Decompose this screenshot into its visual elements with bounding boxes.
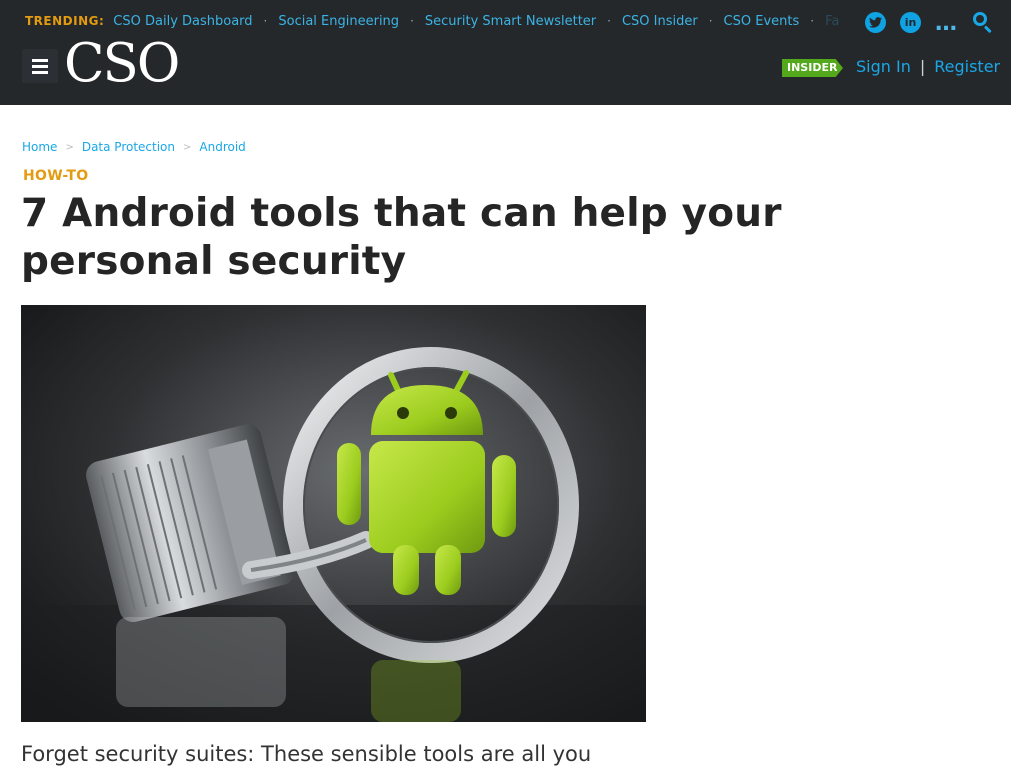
search-icon[interactable] xyxy=(972,11,994,34)
trending-link-cso-insider[interactable]: CSO Insider xyxy=(622,14,698,29)
search-icon-ring xyxy=(973,12,987,26)
sign-in-link[interactable]: Sign In xyxy=(856,57,911,76)
site-header: TRENDING: CSO Daily Dashboard · Social E… xyxy=(0,0,1011,105)
menu-icon-bar xyxy=(32,64,48,68)
breadcrumb: Home > Data Protection > Android xyxy=(22,140,246,154)
trending-separator: · xyxy=(607,14,611,28)
more-icon[interactable]: … xyxy=(935,13,958,35)
social-links: in … xyxy=(865,11,994,35)
trending-link-dashboard[interactable]: CSO Daily Dashboard xyxy=(113,14,252,29)
twitter-icon[interactable] xyxy=(865,11,886,33)
trending-link-truncated[interactable]: Fa xyxy=(825,14,839,29)
auth-links: Sign In | Register xyxy=(856,57,1000,76)
trending-link-social-engineering[interactable]: Social Engineering xyxy=(278,14,399,29)
insider-badge[interactable]: INSIDER xyxy=(782,59,843,77)
linkedin-icon[interactable]: in xyxy=(900,11,921,33)
site-logo[interactable]: CSO xyxy=(64,34,180,94)
trending-link-newsletter[interactable]: Security Smart Newsletter xyxy=(425,14,596,29)
trending-separator: · xyxy=(410,14,414,28)
article-kicker: HOW-TO xyxy=(23,168,89,184)
padlock-android-illustration xyxy=(21,305,646,722)
trending-bar: TRENDING: CSO Daily Dashboard · Social E… xyxy=(25,11,845,31)
trending-link-cso-events[interactable]: CSO Events xyxy=(724,14,800,29)
menu-icon-bar xyxy=(32,70,48,74)
trending-separator: · xyxy=(810,14,815,28)
article-headline: 7 Android tools that can help your perso… xyxy=(21,191,782,284)
breadcrumb-chevron-icon: > xyxy=(183,141,192,153)
breadcrumb-chevron-icon: > xyxy=(65,141,74,153)
hero-image xyxy=(21,305,646,722)
menu-icon-bar xyxy=(32,58,48,62)
auth-separator: | xyxy=(919,57,926,76)
trending-separator: · xyxy=(263,14,268,28)
article-dek: Forget security suites: These sensible t… xyxy=(21,742,592,766)
breadcrumb-data-protection[interactable]: Data Protection xyxy=(82,140,175,154)
breadcrumb-android[interactable]: Android xyxy=(199,140,245,154)
trending-label: TRENDING: xyxy=(25,14,105,28)
search-icon-handle xyxy=(983,25,992,34)
menu-button[interactable] xyxy=(22,49,58,83)
trending-separator: · xyxy=(708,14,713,28)
breadcrumb-home[interactable]: Home xyxy=(22,140,57,154)
register-link[interactable]: Register xyxy=(934,57,1000,76)
